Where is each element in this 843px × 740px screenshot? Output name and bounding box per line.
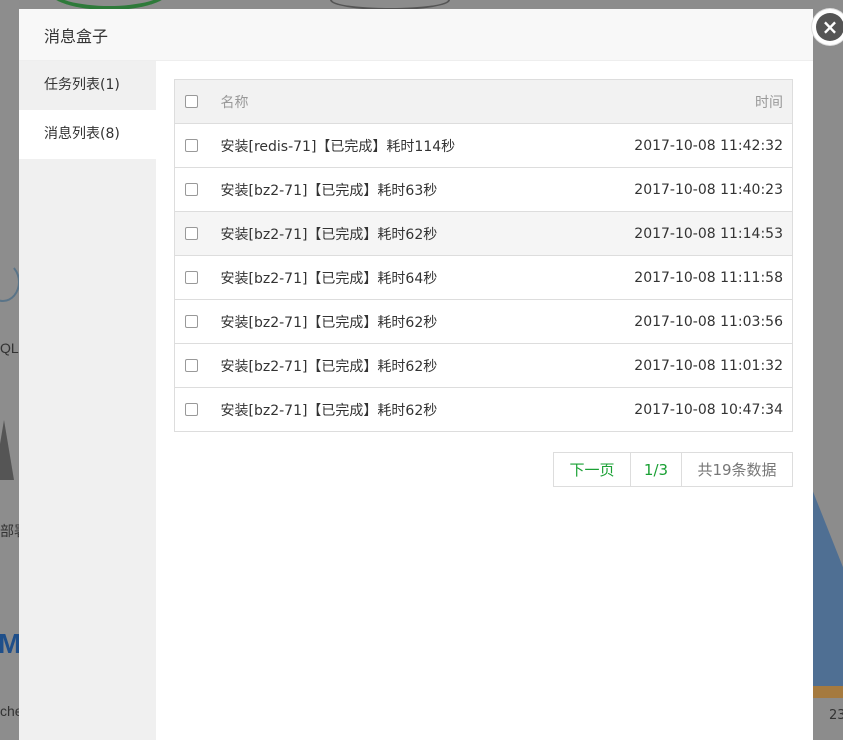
message-name: 安装[bz2-71]【已完成】耗时62秒 — [208, 343, 565, 388]
table-row: 安装[bz2-71]【已完成】耗时64秒 2017-10-08 11:11:58 — [174, 255, 793, 300]
message-time: 2017-10-08 11:03:56 — [564, 299, 793, 344]
row-checkbox[interactable] — [185, 359, 198, 372]
table-row: 安装[bz2-71]【已完成】耗时63秒 2017-10-08 11:40:23 — [174, 167, 793, 212]
sidebar-item-tasks[interactable]: 任务列表(1) — [19, 61, 156, 110]
background-axis-label: 23 — [829, 708, 843, 723]
column-header-time: 时间 — [564, 79, 793, 124]
message-table: 名称 时间 安装[redis-71]【已完成】耗时114秒 2017-10-08… — [174, 79, 793, 432]
message-name: 安装[bz2-71]【已完成】耗时62秒 — [208, 211, 565, 256]
table-row: 安装[bz2-71]【已完成】耗时62秒 2017-10-08 11:03:56 — [174, 299, 793, 344]
row-checkbox[interactable] — [185, 315, 198, 328]
message-name: 安装[bz2-71]【已完成】耗时62秒 — [208, 299, 565, 344]
table-row: 安装[bz2-71]【已完成】耗时62秒 2017-10-08 10:47:34 — [174, 387, 793, 432]
table-row: 安装[bz2-71]【已完成】耗时62秒 2017-10-08 11:01:32 — [174, 343, 793, 388]
sidebar-item-messages[interactable]: 消息列表(8) — [19, 110, 156, 159]
next-page-button[interactable]: 下一页 — [554, 453, 631, 486]
message-time: 2017-10-08 11:01:32 — [564, 343, 793, 388]
message-list-panel: 名称 时间 安装[redis-71]【已完成】耗时114秒 2017-10-08… — [156, 61, 813, 740]
message-time: 2017-10-08 11:11:58 — [564, 255, 793, 300]
sidebar: 任务列表(1) 消息列表(8) — [19, 61, 156, 740]
row-checkbox[interactable] — [185, 403, 198, 416]
message-time: 2017-10-08 11:40:23 — [564, 167, 793, 212]
message-name: 安装[bz2-71]【已完成】耗时63秒 — [208, 167, 565, 212]
page-indicator: 1/3 — [631, 453, 682, 486]
message-name: 安装[bz2-71]【已完成】耗时64秒 — [208, 255, 565, 300]
pagination: 下一页 1/3 共19条数据 — [553, 452, 793, 487]
total-count: 共19条数据 — [697, 461, 777, 479]
message-time: 2017-10-08 11:42:32 — [564, 123, 793, 168]
close-button[interactable]: × — [812, 9, 843, 45]
select-all-checkbox[interactable] — [185, 95, 198, 108]
close-icon: × — [816, 13, 843, 41]
row-checkbox[interactable] — [185, 139, 198, 152]
table-row: 安装[bz2-71]【已完成】耗时62秒 2017-10-08 11:14:53 — [174, 211, 793, 256]
dialog-header: 消息盒子 — [19, 9, 813, 61]
background-left-panel: M. — [0, 0, 29, 740]
row-checkbox[interactable] — [185, 271, 198, 284]
row-checkbox[interactable] — [185, 227, 198, 240]
background-area-chart — [813, 491, 843, 686]
column-header-name: 名称 — [208, 79, 565, 124]
background-right-chart: 23 — [813, 0, 843, 740]
message-name: 安装[bz2-71]【已完成】耗时62秒 — [208, 387, 565, 432]
dialog-title: 消息盒子 — [44, 26, 109, 46]
row-checkbox[interactable] — [185, 183, 198, 196]
background-label: QL — [0, 340, 19, 356]
table-row: 安装[redis-71]【已完成】耗时114秒 2017-10-08 11:42… — [174, 123, 793, 168]
background-bar — [813, 686, 843, 698]
message-time: 2017-10-08 10:47:34 — [564, 387, 793, 432]
message-box-dialog: 消息盒子 × 任务列表(1) 消息列表(8) 名称 时间 安装[redis-71… — [19, 9, 843, 740]
message-time: 2017-10-08 11:14:53 — [564, 211, 793, 256]
dialog-body: 任务列表(1) 消息列表(8) 名称 时间 安装[redis-71]【已完成】耗… — [19, 61, 813, 740]
header-checkbox-cell — [174, 79, 209, 124]
message-name: 安装[redis-71]【已完成】耗时114秒 — [208, 123, 565, 168]
mysql-icon — [0, 262, 20, 302]
table-header-row: 名称 时间 — [174, 79, 793, 124]
deploy-icon — [0, 420, 14, 480]
